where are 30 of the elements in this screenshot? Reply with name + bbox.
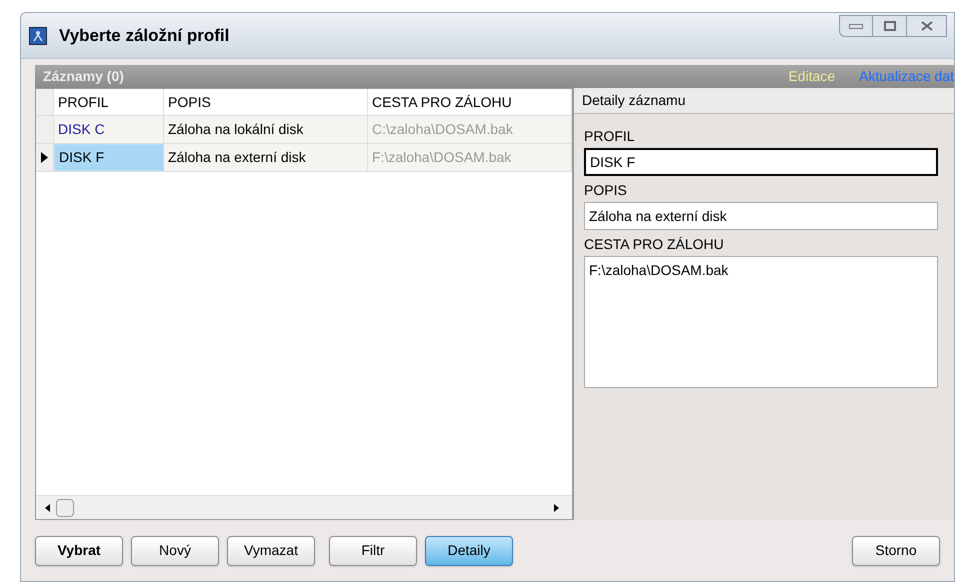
row-header[interactable] — [36, 144, 54, 171]
panel-title: Detaily záznamu — [574, 88, 954, 114]
dialog-button[interactable]: Nový — [131, 536, 219, 566]
field-label: POPIS — [584, 181, 628, 200]
input-field[interactable]: DISK F — [584, 148, 938, 176]
horizontal-scrollbar[interactable] — [36, 495, 572, 519]
minimize-button[interactable] — [839, 15, 873, 37]
close-button[interactable] — [907, 15, 947, 37]
scroll-thumb[interactable] — [56, 498, 74, 516]
table-cell[interactable]: Záloha na externí disk — [164, 144, 368, 171]
current-row-icon — [41, 152, 48, 163]
dialog-button[interactable]: Vybrat — [35, 536, 123, 566]
dialog-button[interactable]: Filtr — [329, 536, 417, 566]
window-title: Vyberte záložní profil — [59, 24, 230, 47]
dialog-button[interactable]: Detaily — [425, 536, 513, 566]
scroll-right-icon[interactable] — [552, 504, 560, 512]
input-field[interactable]: Záloha na externí disk — [584, 202, 938, 230]
table-cell[interactable]: DISK C — [54, 116, 164, 143]
field-label: CESTA PRO ZÁLOHU — [584, 235, 725, 254]
panel-title: Záznamy (0) — [43, 67, 124, 86]
field-label: PROFIL — [584, 127, 636, 146]
app-icon — [29, 26, 47, 44]
table-cell[interactable]: Záloha na lokální disk — [164, 116, 368, 143]
scroll-left-icon[interactable] — [44, 504, 52, 512]
close-icon — [920, 21, 932, 31]
dialog-button[interactable]: Vymazat — [227, 536, 315, 566]
table-cell[interactable]: DISK F — [54, 144, 164, 171]
dialog-button[interactable]: Storno — [852, 536, 940, 566]
text-area[interactable]: F:\zaloha\DOSAM.bak — [584, 256, 938, 388]
maximize-button[interactable] — [873, 15, 907, 37]
